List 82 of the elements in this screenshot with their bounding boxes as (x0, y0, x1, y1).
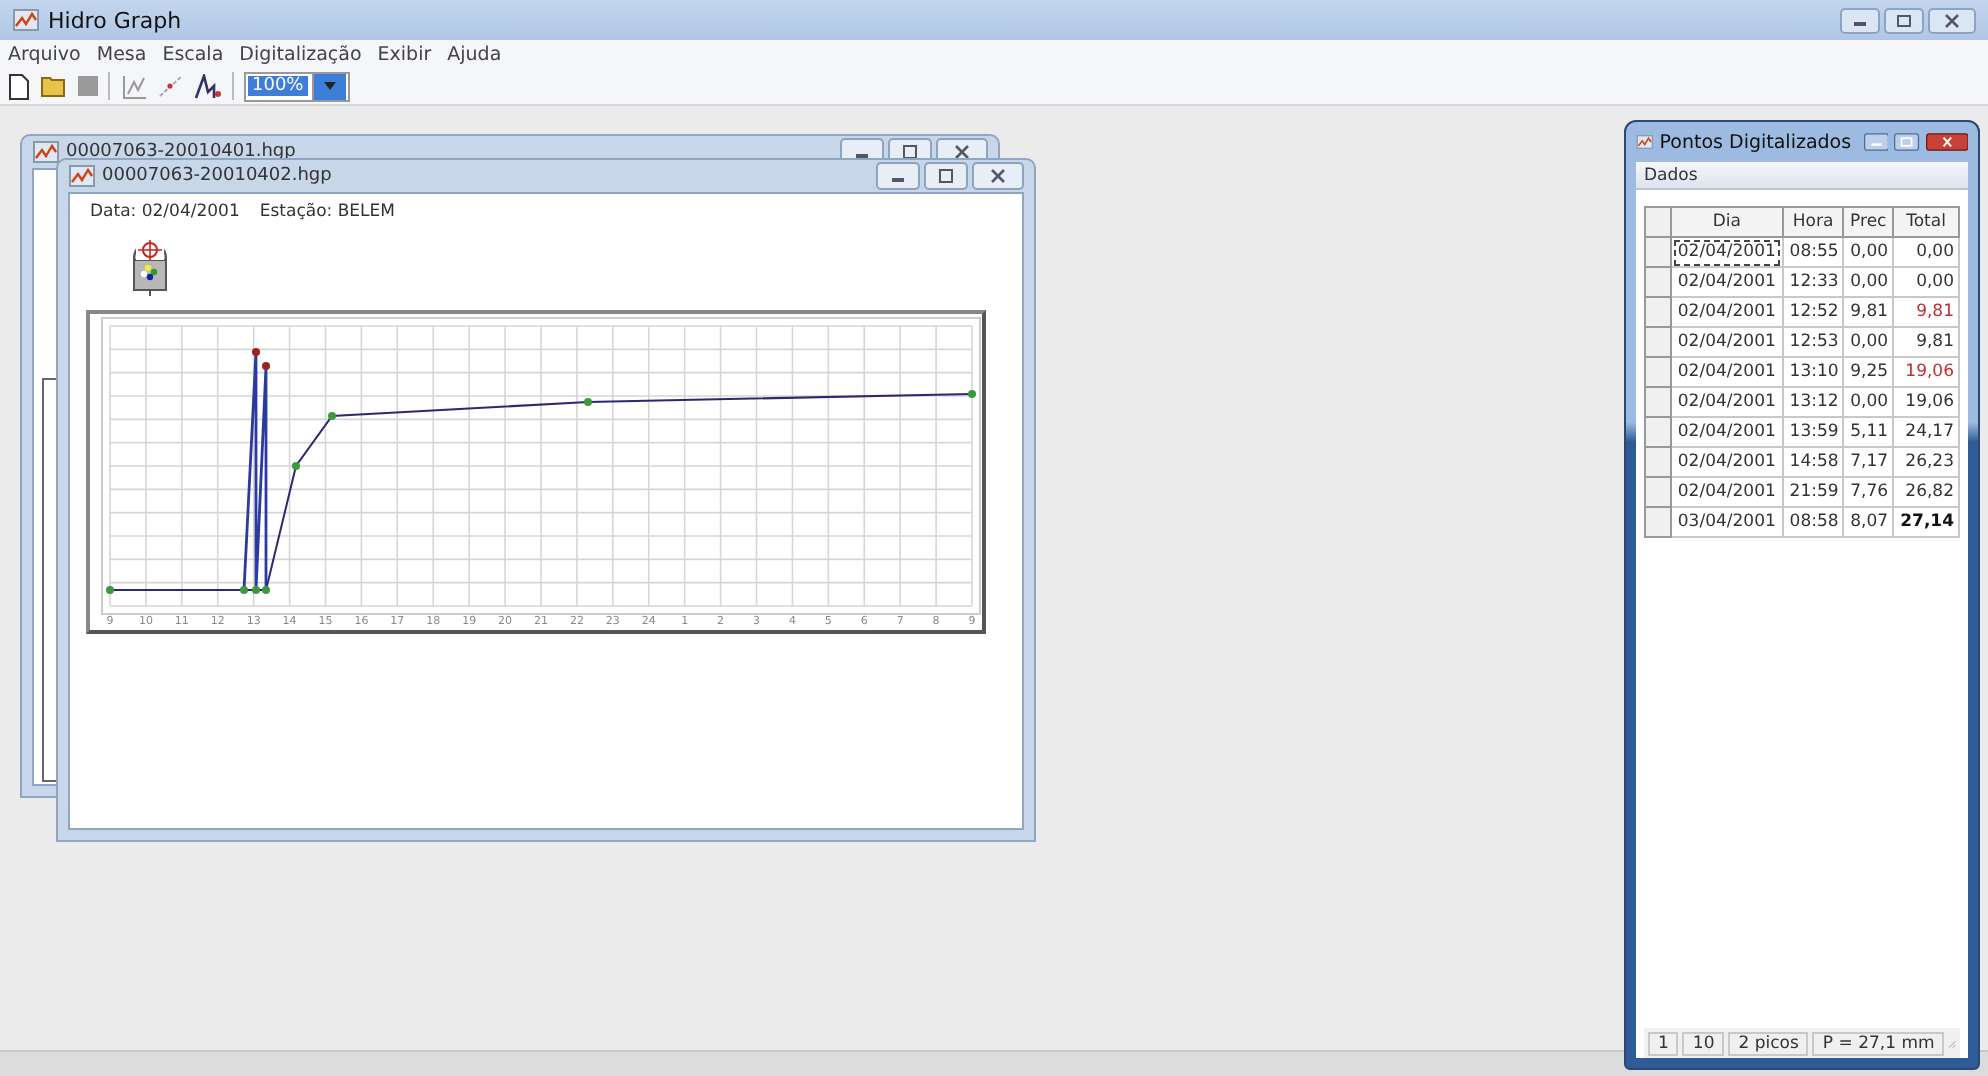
table-cell: 0,00 (1843, 387, 1894, 417)
table-cell: 9,81 (1893, 327, 1959, 357)
table-cell: 08:58 (1782, 507, 1844, 537)
digitizer-icon[interactable] (130, 234, 170, 298)
table-cell: 8,07 (1843, 507, 1894, 537)
table-cell[interactable]: 02/04/2001 (1671, 237, 1783, 267)
menu-item[interactable]: Exibir (377, 43, 432, 65)
app-icon (32, 138, 60, 166)
table-cell: 5,11 (1843, 417, 1894, 447)
restore-button[interactable] (1884, 7, 1924, 33)
table-cell[interactable]: 02/04/2001 (1671, 417, 1783, 447)
table-cell: 08:55 (1782, 237, 1844, 267)
document-title: 00007063-20010402.hgp (102, 166, 332, 186)
table-cell: 12:33 (1782, 267, 1844, 297)
close-button[interactable] (1928, 7, 1976, 33)
table-cell: 0,00 (1843, 267, 1894, 297)
table-cell: 13:12 (1782, 387, 1844, 417)
folder-icon[interactable] (40, 74, 68, 98)
column-header[interactable]: Prec (1843, 207, 1894, 237)
menu-item[interactable]: Ajuda (447, 43, 502, 65)
table-cell: 21:59 (1782, 477, 1844, 507)
app-title: Hidro Graph (48, 7, 182, 33)
app-icon (68, 162, 96, 190)
table-cell: 19,06 (1893, 357, 1959, 387)
table-cell: 7,17 (1843, 447, 1894, 477)
table-cell: 0,00 (1843, 237, 1894, 267)
status-field: 1 (1648, 1031, 1679, 1055)
new-document-icon[interactable] (8, 73, 30, 99)
app-icon (12, 6, 40, 34)
table-cell: 19,06 (1893, 387, 1959, 417)
table-cell: 26,82 (1893, 477, 1959, 507)
table-cell: 26,23 (1893, 447, 1959, 477)
table-cell: 14:58 (1782, 447, 1844, 477)
minimize-button[interactable] (876, 162, 920, 190)
maximize-button[interactable] (924, 162, 968, 190)
table-cell[interactable]: 02/04/2001 (1671, 297, 1783, 327)
table-cell: 9,81 (1893, 297, 1959, 327)
table-cell: 24,17 (1893, 417, 1959, 447)
table-cell[interactable]: 03/04/2001 (1671, 507, 1783, 537)
window-title: Pontos Digitalizados (1659, 131, 1852, 153)
menu-item[interactable]: Mesa (96, 43, 147, 65)
resize-grip-icon[interactable] (1948, 1035, 1956, 1051)
peak-tool-icon[interactable] (194, 73, 222, 99)
chart-tool-icon[interactable] (120, 73, 148, 99)
status-field: P = 27,1 mm (1812, 1031, 1945, 1055)
document-title: 00007063-20010401.hgp (66, 142, 296, 162)
table-cell[interactable]: 02/04/2001 (1671, 357, 1783, 387)
table-cell[interactable]: 02/04/2001 (1671, 267, 1783, 297)
zoom-dropdown[interactable]: 100% (244, 71, 350, 101)
table-cell: 0,00 (1843, 327, 1894, 357)
menu-item[interactable]: Digitalização (239, 43, 362, 65)
column-header[interactable]: Dia (1671, 207, 1783, 237)
table-cell: 13:10 (1782, 357, 1844, 387)
column-header[interactable]: Hora (1782, 207, 1844, 237)
column-header[interactable]: Total (1893, 207, 1959, 237)
table-cell: 0,00 (1893, 267, 1959, 297)
station-label: Estação: BELEM (259, 202, 395, 222)
maximize-button[interactable] (1894, 128, 1920, 156)
menu-item[interactable]: Escala (162, 43, 224, 65)
status-field: 10 (1682, 1031, 1725, 1055)
minimize-button[interactable] (1863, 128, 1889, 156)
table-cell: 12:53 (1782, 327, 1844, 357)
close-button[interactable] (1925, 128, 1968, 156)
table-cell[interactable]: 02/04/2001 (1671, 477, 1783, 507)
minimize-button[interactable] (1840, 7, 1880, 33)
table-cell: 13:59 (1782, 417, 1844, 447)
table-cell[interactable]: 02/04/2001 (1671, 387, 1783, 417)
table-cell: 7,76 (1843, 477, 1894, 507)
table-cell: 0,00 (1893, 237, 1959, 267)
caret-icon (323, 82, 336, 90)
close-button[interactable] (972, 162, 1024, 190)
date-label: Data: 02/04/2001 (90, 202, 240, 222)
table-cell: 27,14 (1893, 507, 1959, 537)
line-tool-icon[interactable] (158, 74, 184, 98)
table-cell[interactable]: 02/04/2001 (1671, 447, 1783, 477)
table-cell: 9,81 (1843, 297, 1894, 327)
status-field: 2 picos (1728, 1031, 1809, 1055)
table-cell: 12:52 (1782, 297, 1844, 327)
menu-item[interactable]: Dados (1644, 165, 1698, 185)
table-cell: 9,25 (1843, 357, 1894, 387)
table-cell[interactable]: 02/04/2001 (1671, 327, 1783, 357)
menu-item[interactable]: Arquivo (8, 43, 81, 65)
